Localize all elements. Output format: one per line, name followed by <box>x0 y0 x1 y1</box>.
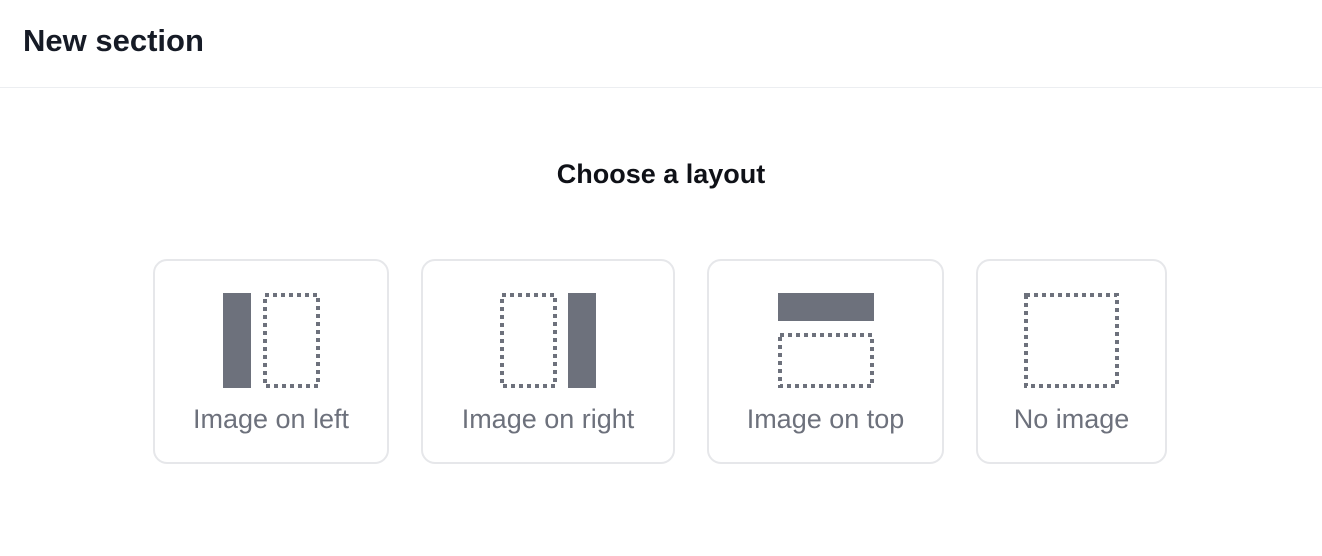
layout-option-label: No image <box>1013 404 1130 434</box>
image-top-layout-icon <box>778 293 874 388</box>
layout-option-label: Image on top <box>746 404 905 434</box>
no-image-layout-icon <box>1024 293 1119 388</box>
layout-option-label: Image on right <box>461 404 635 434</box>
layout-option-image-on-left[interactable]: Image on left <box>153 259 389 464</box>
layout-option-no-image[interactable]: No image <box>976 259 1167 464</box>
layout-heading: Choose a layout <box>556 159 766 189</box>
layout-option-image-on-right[interactable]: Image on right <box>421 259 675 464</box>
image-left-layout-icon <box>223 293 320 388</box>
page-title: New section <box>23 23 204 58</box>
image-right-layout-icon <box>500 293 596 388</box>
layout-option-image-on-top[interactable]: Image on top <box>707 259 944 464</box>
layout-option-label: Image on left <box>192 404 350 434</box>
page-header: New section <box>0 0 1322 88</box>
